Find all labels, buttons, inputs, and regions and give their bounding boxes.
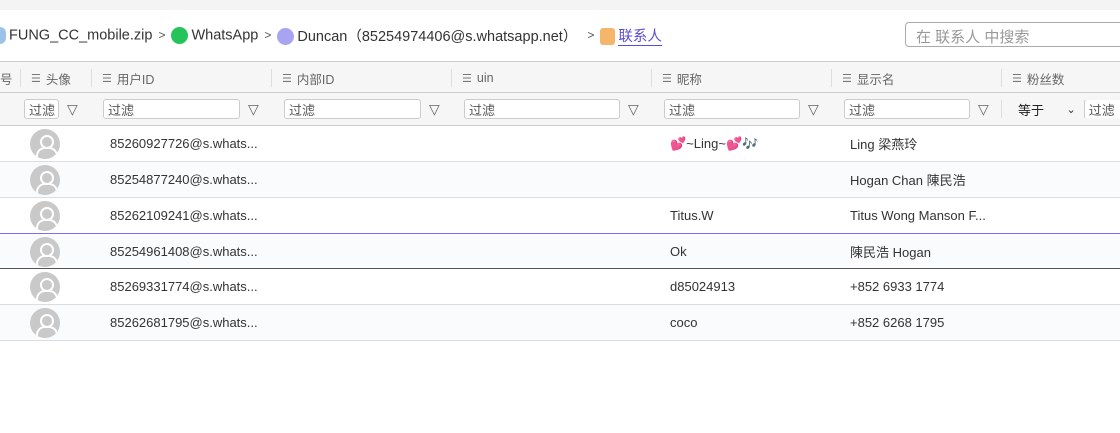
filter-input[interactable]: 过滤 [844,99,970,119]
column-label: 昵称 [676,72,702,87]
cell-display-name: Hogan Chan 陳民浩 [850,173,966,188]
column-menu-icon[interactable]: ☰ [662,72,672,85]
column-label: 号 [0,72,13,87]
column-header-nickname[interactable]: ☰ 昵称 [651,69,831,87]
breadcrumb-item-contacts[interactable]: 联系人 [600,25,662,46]
contacts-icon [600,28,616,46]
contacts-table: 号 ☰ 头像 ☰ 用户ID ☰ 内部ID ☰ uin ☰ 昵称 ☰ 显示名 ☰ 粉丝数 过滤 ▽… [0,61,1120,341]
column-label: 显示名 [856,72,895,87]
cell-user-id: 85260927726@s.whats... [110,136,258,151]
breadcrumb-label: 联系人 [618,28,662,46]
breadcrumb: FUNG_CC_mobile.zip > WhatsApp > Duncan（8… [0,22,662,48]
column-menu-icon[interactable]: ☰ [102,72,112,85]
table-row[interactable]: 85269331774@s.whats... d85024913 +852 69… [0,269,1120,305]
filter-input[interactable]: 过滤 [103,99,240,119]
zip-icon [0,26,6,44]
column-label: 粉丝数 [1026,72,1065,87]
cell-nickname: d85024913 [670,279,736,294]
filter-internal-id: 过滤 ▽ [276,93,451,125]
cell-nickname: 💕~Ling~💕🎶 [670,135,759,151]
breadcrumb-item-whatsapp[interactable]: WhatsApp [171,26,259,44]
breadcrumb-item-account[interactable]: Duncan（85254974406@s.whatsapp.net） [277,25,577,46]
chevron-right-icon: > [587,28,595,42]
table-row[interactable]: 85262109241@s.whats... Titus.W Titus Won… [0,198,1120,234]
table-body: 85260927726@s.whats... 💕~Ling~💕🎶 Ling 梁燕… [0,126,1120,341]
cell-user-id: 85269331774@s.whats... [110,279,258,294]
column-header-display-name[interactable]: ☰ 显示名 [831,69,1001,87]
avatar [30,272,60,302]
filter-icon[interactable]: ▽ [248,101,259,118]
filter-display-name: 过滤 ▽ [836,93,1001,125]
column-label: 用户ID [116,72,155,87]
filter-icon[interactable]: ▽ [628,101,639,118]
avatar [30,237,60,267]
cell-nickname: Ok [670,243,687,259]
avatar [30,201,60,231]
column-menu-icon[interactable]: ☰ [842,72,852,85]
column-menu-icon[interactable]: ☰ [462,72,472,85]
table-row[interactable]: 85254961408@s.whats... Ok 陳民浩 Hogan [0,233,1120,269]
column-header-user-id[interactable]: ☰ 用户ID [91,69,271,87]
filter-icon[interactable]: ▽ [978,101,989,118]
cell-nickname [660,162,830,197]
breadcrumb-label: Duncan（85254974406@s.whatsapp.net） [297,28,578,45]
breadcrumb-label: FUNG_CC_mobile.zip [9,26,153,43]
breadcrumb-item-zip[interactable]: FUNG_CC_mobile.zip [0,26,153,44]
search-input[interactable]: 在 联系人 中搜索 [905,22,1120,47]
filter-input[interactable]: 过滤 [24,99,59,119]
filter-input[interactable]: 过滤 [1083,100,1120,118]
filter-row: 过滤 ▽ 过滤 ▽ 过滤 ▽ 过滤 ▽ 过滤 ▽ 过滤 ▽ 等于 ⌄ 过滤 [0,93,1120,126]
filter-icon[interactable]: ▽ [429,101,440,118]
table-row[interactable]: 85254877240@s.whats... Hogan Chan 陳民浩 [0,162,1120,198]
filter-nickname: 过滤 ▽ [656,93,831,125]
cell-user-id: 85254877240@s.whats... [110,172,258,187]
chevron-right-icon: > [264,28,272,42]
user-icon [277,28,295,46]
filter-icon[interactable]: ▽ [67,101,78,118]
chevron-right-icon: > [158,28,166,42]
cell-display-name: +852 6933 1774 [850,279,945,294]
avatar [30,308,60,338]
cell-display-name: 陳民浩 Hogan [850,244,931,260]
column-header-index[interactable]: 号 [0,69,20,87]
filter-user-id: 过滤 ▽ [95,93,271,125]
header-row: 号 ☰ 头像 ☰ 用户ID ☰ 内部ID ☰ uin ☰ 昵称 ☰ 显示名 ☰ 粉丝数 [0,61,1120,93]
filter-input[interactable]: 过滤 [664,99,800,119]
cell-user-id: 85262109241@s.whats... [110,208,258,223]
operator-select[interactable]: 等于 [1018,100,1066,118]
filter-input[interactable]: 过滤 [284,99,421,119]
filter-uin: 过滤 ▽ [456,93,651,125]
column-header-avatar[interactable]: ☰ 头像 [20,69,91,87]
column-header-followers[interactable]: ☰ 粉丝数 [1001,69,1120,87]
column-menu-icon[interactable]: ☰ [31,72,41,85]
cell-nickname: Titus.W [670,208,714,223]
table-row[interactable]: 85260927726@s.whats... 💕~Ling~💕🎶 Ling 梁燕… [0,126,1120,162]
filter-icon[interactable]: ▽ [808,101,819,118]
filter-avatar: 过滤 ▽ [14,93,91,125]
column-label: 头像 [45,72,71,87]
top-strip [0,0,1120,10]
column-menu-icon[interactable]: ☰ [1012,72,1022,85]
cell-user-id: 85262681795@s.whats... [110,315,258,330]
cell-display-name: Titus Wong Manson F... [850,208,986,223]
filter-input[interactable]: 过滤 [464,99,620,119]
breadcrumb-label: WhatsApp [191,26,259,43]
avatar [30,165,60,195]
column-label: uin [476,71,494,85]
column-header-uin[interactable]: ☰ uin [451,69,651,87]
whatsapp-icon [171,26,189,44]
cell-nickname: coco [670,315,698,330]
column-menu-icon[interactable]: ☰ [282,72,292,85]
cell-display-name: +852 6268 1795 [850,315,945,330]
avatar [30,129,60,159]
column-header-internal-id[interactable]: ☰ 内部ID [271,69,451,87]
column-label: 内部ID [296,72,335,87]
cell-display-name: Ling 梁燕玲 [850,137,918,152]
table-row[interactable]: 85262681795@s.whats... coco +852 6268 17… [0,305,1120,341]
cell-user-id: 85254961408@s.whats... [110,243,258,259]
chevron-down-icon[interactable]: ⌄ [1066,103,1075,116]
filter-followers: 等于 ⌄ 过滤 [1001,100,1120,118]
